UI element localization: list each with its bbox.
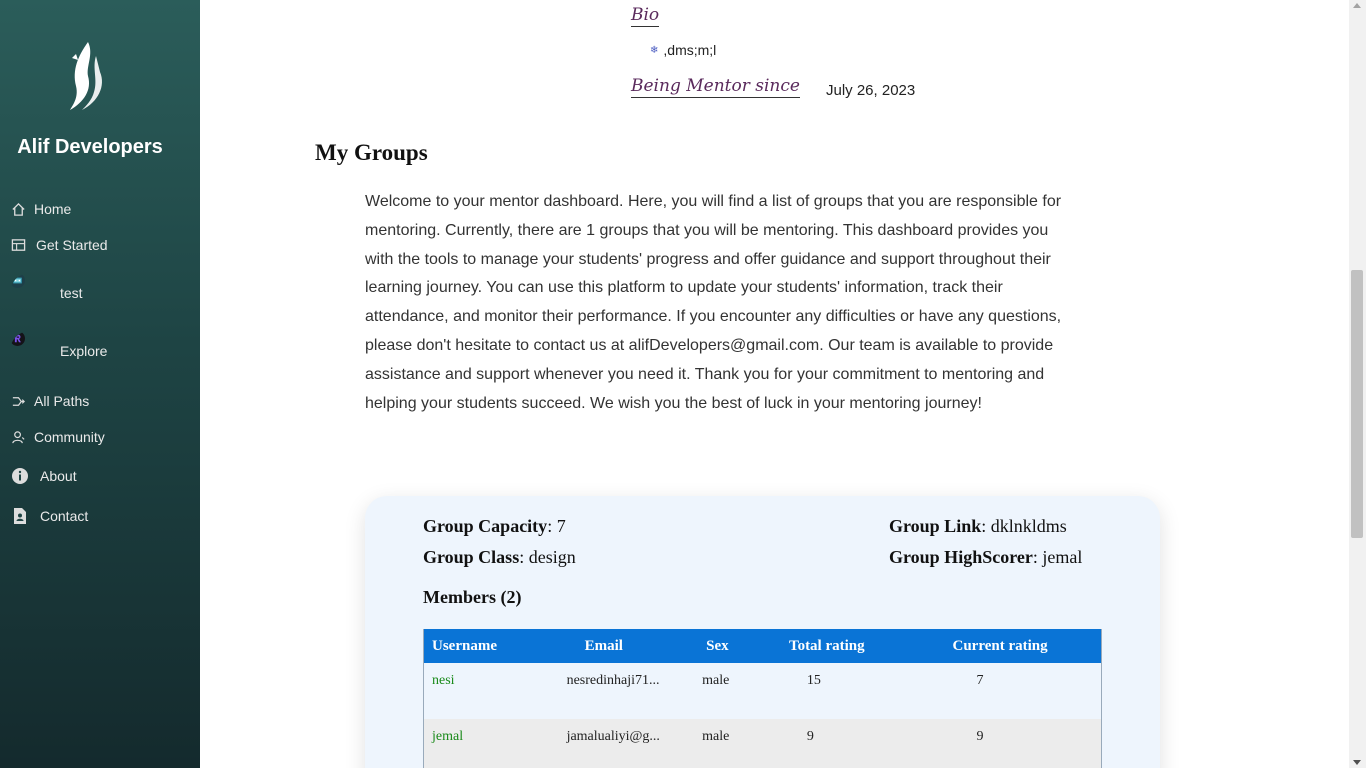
vertical-scrollbar[interactable] (1349, 0, 1366, 768)
group-highscorer-value: : jemal (1032, 547, 1083, 567)
group-card: Group Capacity: 7 Group Class: design Gr… (365, 496, 1160, 768)
main-content: Bio ❄ ,dms;m;l Being Mentor since July 2… (200, 0, 1349, 768)
scrollbar-thumb[interactable] (1351, 270, 1363, 538)
sidebar-item-label: About (40, 468, 77, 484)
current-rating-cell: 7 (976, 673, 984, 688)
group-link-value[interactable]: : dklnkldms (981, 516, 1067, 536)
group-highscorer: Group HighScorer: jemal (889, 547, 1082, 568)
sidebar-item-contact[interactable]: Contact (10, 506, 88, 526)
home-icon (10, 201, 26, 217)
sidebar-item-label: All Paths (34, 393, 90, 409)
group-capacity-label: Group Capacity (423, 516, 548, 536)
sidebar-item-label: Explore (60, 343, 108, 359)
group-link: Group Link: dklnkldms (889, 516, 1067, 537)
sidebar-item-label: Home (34, 201, 72, 217)
avatar-test (10, 273, 50, 313)
group-class: Group Class: design (423, 547, 576, 568)
table-row[interactable]: nesi nesredinhaji71... male 15 7 (424, 663, 1101, 719)
sidebar-item-label: Contact (40, 508, 89, 524)
avatar-r-logo (10, 331, 50, 371)
table-header: Username Email Sex Total rating Current … (424, 629, 1101, 663)
bio-list-item: ❄ ,dms;m;l (650, 42, 716, 58)
total-rating-cell: 9 (806, 729, 814, 744)
table-row[interactable]: jemal jamalualiyi@g... male 9 9 (424, 719, 1101, 768)
sidebar-item-test[interactable]: test (10, 273, 83, 313)
column-header-total-rating[interactable]: Total rating (773, 638, 923, 655)
column-header-sex[interactable]: Sex (698, 638, 773, 655)
email-cell: nesredinhaji71... (566, 673, 660, 688)
scroll-down-arrow-icon[interactable] (1353, 760, 1361, 765)
mentor-since-label: Being Mentor since (631, 76, 800, 98)
sidebar-item-label: Community (34, 429, 105, 445)
email-cell: jamalualiyi@g... (566, 729, 660, 744)
bullet-icon: ❄ (650, 44, 659, 56)
column-header-username[interactable]: Username (424, 638, 559, 655)
group-capacity-value: : 7 (547, 516, 566, 536)
table-icon (10, 237, 26, 253)
group-highscorer-label: Group HighScorer (889, 547, 1033, 567)
sidebar-item-explore[interactable]: Explore (10, 331, 107, 371)
contact-icon (10, 506, 30, 526)
page-title: My Groups (315, 140, 428, 165)
sidebar-item-label: test (60, 285, 83, 301)
paths-icon (10, 393, 26, 409)
sex-cell: male (702, 729, 730, 744)
group-link-label: Group Link (889, 516, 982, 536)
sidebar-item-all-paths[interactable]: All Paths (10, 393, 89, 409)
bio-label: Bio (631, 5, 660, 27)
sidebar: Alif Developers Home Get Started test Ex… (0, 0, 200, 768)
sex-cell: male (702, 673, 730, 688)
sidebar-item-home[interactable]: Home (10, 201, 71, 217)
current-rating-cell: 9 (976, 729, 984, 744)
members-table: Username Email Sex Total rating Current … (423, 629, 1102, 768)
username-link[interactable]: jemal (424, 729, 559, 768)
sidebar-item-about[interactable]: About (10, 466, 77, 486)
scroll-up-arrow-icon[interactable] (1353, 3, 1361, 8)
flame-logo-icon (70, 42, 102, 110)
bio-text: ,dms;m;l (663, 42, 717, 58)
total-rating-cell: 15 (806, 673, 821, 688)
mentor-since-date: July 26, 2023 (826, 82, 916, 99)
members-title: Members (2) (423, 587, 522, 607)
column-header-email[interactable]: Email (559, 638, 699, 655)
username-link[interactable]: nesi (424, 673, 559, 719)
intro-paragraph: Welcome to your mentor dashboard. Here, … (365, 193, 1062, 412)
info-icon (10, 466, 30, 486)
group-class-label: Group Class (423, 547, 520, 567)
sidebar-item-community[interactable]: Community (10, 429, 105, 445)
sidebar-item-label: Get Started (36, 237, 108, 253)
column-header-current-rating[interactable]: Current rating (922, 638, 1101, 655)
sidebar-item-get-started[interactable]: Get Started (10, 237, 108, 253)
group-class-value: : design (519, 547, 576, 567)
group-capacity: Group Capacity: 7 (423, 516, 566, 537)
community-icon (10, 429, 26, 445)
brand-name[interactable]: Alif Developers (0, 136, 180, 159)
